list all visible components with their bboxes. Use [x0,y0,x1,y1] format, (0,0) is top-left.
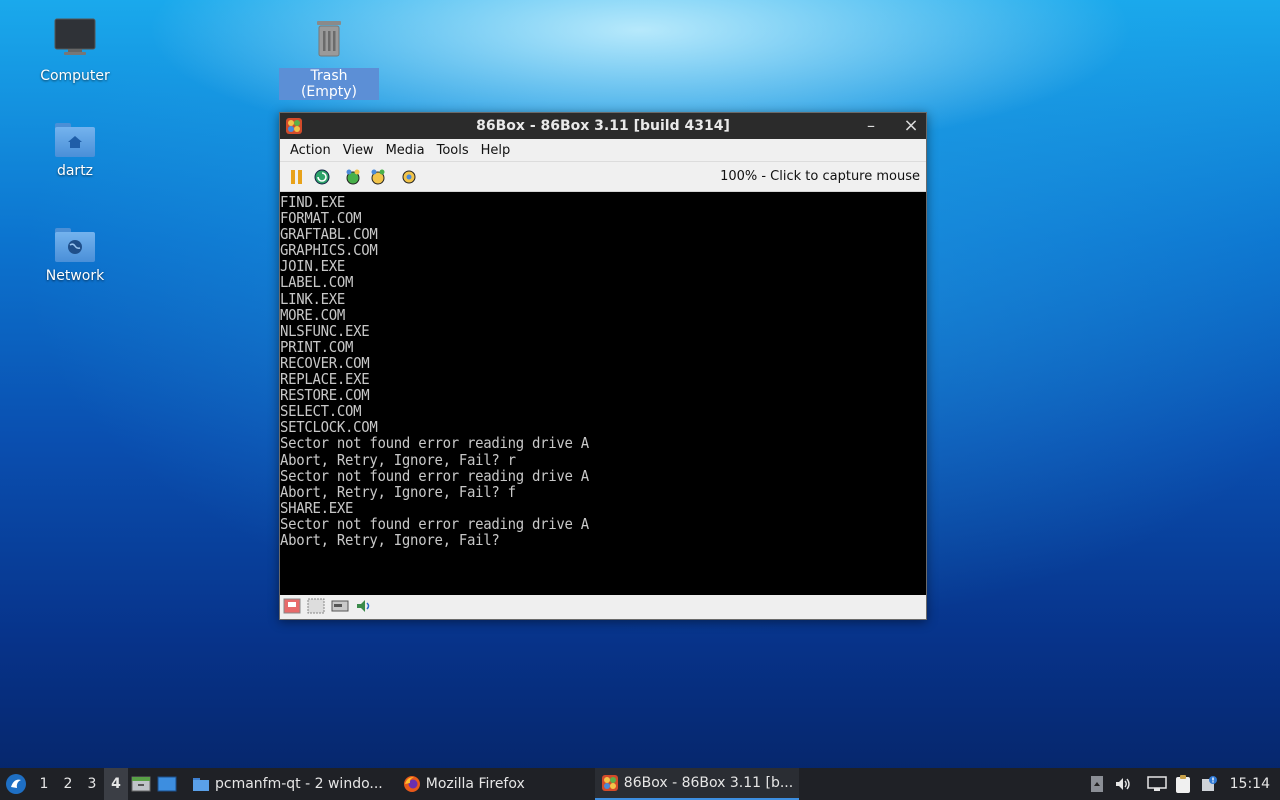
task-label: pcmanfm-qt - 2 windo... [215,776,383,792]
screen-line: REPLACE.EXE [280,371,370,389]
cdrom-drive-icon[interactable] [307,598,325,614]
task-firefox[interactable]: Mozilla Firefox [397,768,531,800]
gear-icon [402,170,416,183]
window-titlebar[interactable]: 86Box - 86Box 3.11 [build 4314] – × [280,113,926,139]
clipboard-icon [1175,775,1190,793]
clipboard-button[interactable] [1170,768,1196,800]
screen-line: Sector not found error reading drive A [280,436,589,453]
firefox-icon [403,776,420,792]
screen-line: Abort, Retry, Ignore, Fail? [280,532,500,550]
ctrl-alt-esc-button[interactable] [367,166,389,188]
emulator-screen[interactable]: FIND.EXE FORMAT.COM GRAFTABL.COM GRAPHIC… [280,192,926,595]
screen-line: FORMAT.COM [280,210,362,228]
desktop-icon-label: Computer [40,68,110,84]
menu-help[interactable]: Help [475,143,517,158]
desktop-icon-network[interactable]: Network [25,228,125,284]
clock[interactable]: 15:14 [1222,776,1280,792]
reset-icon [314,169,330,184]
status-bar [280,595,926,617]
minimize-button[interactable]: – [860,115,882,137]
window-title: 86Box - 86Box 3.11 [build 4314] [476,118,730,134]
desktop-icon-label: dartz [56,163,94,179]
screen-line: GRAPHICS.COM [280,242,378,260]
hard-disk-icon[interactable] [331,598,349,614]
screen-line: RESTORE.COM [280,387,370,405]
screen-line: SETCLOCK.COM [280,419,378,437]
update-notifier-button[interactable] [1196,768,1222,800]
menu-bar: Action View Media Tools Help [280,139,926,162]
screen-line: SELECT.COM [280,403,362,421]
show-desktop-button[interactable] [154,768,180,800]
screen-line: Abort, Retry, Ignore, Fail? f [280,484,516,502]
pause-icon [291,169,302,184]
screen-line: RECOVER.COM [280,355,370,373]
taskbar: 1 2 3 4 pcmanfm-qt - 2 windo... Mozilla … [0,768,1280,800]
file-manager-launcher[interactable] [128,768,154,800]
tray-expand-button[interactable] [1084,768,1110,800]
86box-app-icon [601,775,618,791]
floppy-drive-icon[interactable] [283,598,301,614]
menu-action[interactable]: Action [284,143,337,158]
desktop-icon [157,776,177,792]
chevron-up-icon [1090,776,1103,792]
screen-line: NLSFUNC.EXE [280,323,370,341]
file-drawer-icon [131,776,151,792]
workspace-1[interactable]: 1 [32,768,56,800]
capture-status: 100% - Click to capture mouse [720,169,920,184]
screen-line: GRAFTABL.COM [280,226,378,244]
desktop-icon-home[interactable]: dartz [25,123,125,179]
system-tray: 15:14 [1084,768,1280,800]
folder-icon [193,778,209,791]
desktop-icon-label: Trash (Empty) [279,68,379,100]
emulator-window: 86Box - 86Box 3.11 [build 4314] – × Acti… [279,112,927,620]
network-folder-icon [55,228,95,262]
task-label: Mozilla Firefox [425,776,525,792]
toolbar: 100% - Click to capture mouse [280,162,926,192]
screen-line: Abort, Retry, Ignore, Fail? r [280,452,516,469]
desktop-icon-label: Network [45,268,105,284]
screen-line: SHARE.EXE [280,500,354,518]
menu-tools[interactable]: Tools [431,143,475,158]
desktop-icon-computer[interactable]: Computer [25,18,125,84]
settings-button[interactable] [398,166,420,188]
task-pcmanfm[interactable]: pcmanfm-qt - 2 windo... [186,768,389,800]
monitor-icon [1146,776,1167,791]
screen-line: MORE.COM [280,307,346,325]
update-icon [1201,776,1217,791]
reset-button[interactable] [311,166,333,188]
sound-icon[interactable] [355,598,373,614]
volume-button[interactable] [1110,768,1136,800]
task-86box[interactable]: 86Box - 86Box 3.11 [b... [594,768,800,800]
speaker-icon [1115,778,1130,790]
lxqt-logo-icon [6,774,26,794]
task-label: 86Box - 86Box 3.11 [b... [623,775,794,791]
workspace-3[interactable]: 3 [80,768,104,800]
computer-icon [54,18,96,55]
trash-icon [317,21,341,57]
pause-button[interactable] [286,166,308,188]
workspace-2[interactable]: 2 [56,768,80,800]
screen-line: FIND.EXE [280,194,346,212]
menu-view[interactable]: View [337,143,380,158]
home-folder-icon [55,123,95,157]
start-menu-button[interactable] [0,768,32,800]
screen-line: LABEL.COM [280,275,354,292]
close-button[interactable]: × [900,115,922,137]
screen-line: PRINT.COM [280,339,354,357]
screen-line: JOIN.EXE [280,258,346,276]
screen-line: Sector not found error reading drive A [280,468,589,485]
keys-icon [346,169,360,184]
keys-icon [371,169,385,184]
network-status-button[interactable] [1144,768,1170,800]
menu-media[interactable]: Media [380,143,431,158]
desktop-icon-trash[interactable]: Trash (Empty) [279,18,379,100]
screen-line: Sector not found error reading drive A [280,516,589,534]
screen-line: LINK.EXE [280,291,346,308]
ctrl-alt-del-button[interactable] [342,166,364,188]
workspace-4[interactable]: 4 [104,768,128,800]
